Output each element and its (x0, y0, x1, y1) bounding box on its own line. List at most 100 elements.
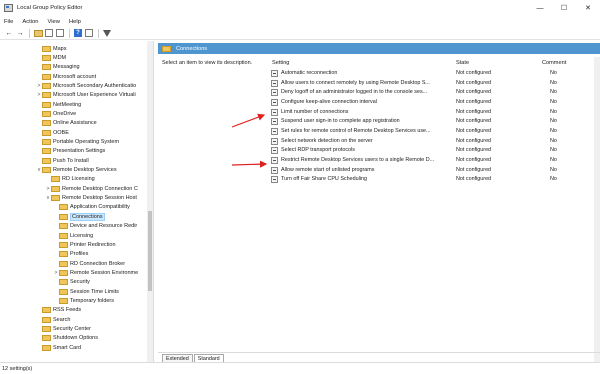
folder-icon (59, 260, 68, 267)
policy-tree[interactable]: Maps MDM Messaging Microsoft account > Micros… (0, 41, 154, 362)
tree-scrollbar[interactable] (147, 41, 153, 362)
tree-item-label: Security (70, 279, 90, 286)
tree-item-label: Online Assistance (53, 120, 97, 127)
tree-item[interactable]: OOBE (36, 128, 69, 137)
tab-extended[interactable]: Extended (162, 354, 193, 362)
tree-item[interactable]: OneDrive (36, 109, 76, 118)
tree-item[interactable]: v Remote Desktop Services (36, 166, 117, 175)
toolbar: ← → ? (0, 27, 600, 40)
tree-item[interactable]: Portable Operating System (36, 138, 119, 147)
tree-item[interactable]: Push To Install (36, 156, 89, 165)
tree-item[interactable]: Security Center (36, 325, 91, 334)
filter-icon[interactable] (102, 28, 112, 38)
tree-item[interactable]: > Microsoft User Experience Virtuali (36, 91, 136, 100)
folder-icon (42, 316, 51, 323)
tree-item[interactable]: Security (53, 278, 90, 287)
tree-item[interactable]: Presentation Settings (36, 147, 105, 156)
tab-standard[interactable]: Standard (193, 354, 224, 362)
setting-row[interactable]: Turn off Fair Share CPU Scheduling Not co… (267, 175, 600, 184)
setting-comment: No (550, 79, 557, 86)
setting-row[interactable]: Set rules for remote control of Remote D… (267, 127, 600, 136)
window-title: Local Group Policy Editor (17, 5, 83, 11)
tree-item[interactable]: Messaging (36, 63, 80, 72)
folder-icon (42, 326, 51, 332)
column-header-setting[interactable]: Setting (272, 60, 289, 66)
tree-item-label: Application Compatibility (70, 204, 130, 211)
maximize-button[interactable]: ☐ (552, 0, 576, 16)
forward-arrow-icon[interactable]: → (15, 28, 25, 38)
setting-comment: No (550, 127, 557, 134)
setting-row[interactable]: Limit number of connections Not configure… (267, 108, 600, 117)
setting-row[interactable]: Allow remote start of unlisted programs N… (267, 166, 600, 175)
status-text: 12 setting(s) (2, 365, 33, 372)
tree-item[interactable]: Temporary folders (53, 296, 114, 305)
policy-setting-icon (271, 70, 278, 77)
tree-item[interactable]: Connections (53, 212, 105, 221)
tree-scrollbar-thumb[interactable] (148, 211, 152, 291)
menu-help[interactable]: Help (69, 19, 81, 25)
setting-row[interactable]: Select network detection on the server No… (267, 137, 600, 146)
tree-item-label: Messaging (53, 64, 80, 71)
setting-row[interactable]: Automatic reconnection Not configured No (267, 69, 600, 78)
menu-action[interactable]: Action (22, 19, 38, 25)
tree-item[interactable]: Search (36, 315, 70, 324)
tree-item-label: Presentation Settings (53, 148, 106, 155)
tree-item-label: RD Licensing (62, 176, 95, 183)
menu-file[interactable]: File (4, 19, 13, 25)
minimize-button[interactable]: — (528, 0, 552, 16)
export-list-icon[interactable] (55, 28, 65, 38)
setting-state: Not configured (456, 156, 492, 163)
setting-comment: No (550, 118, 557, 125)
column-header-comment[interactable]: Comment (542, 60, 566, 66)
setting-state: Not configured (456, 127, 492, 134)
tree-item-label: Connections (70, 212, 105, 221)
setting-comment: No (550, 166, 557, 173)
setting-row[interactable]: Deny logoff of an administrator logged i… (267, 88, 600, 97)
properties-icon[interactable] (84, 28, 94, 38)
folder-icon (59, 297, 68, 304)
help-icon[interactable]: ? (73, 28, 83, 38)
toolbar-divider (29, 28, 30, 38)
setting-comment: No (550, 147, 557, 154)
tree-item[interactable]: Maps (36, 44, 66, 53)
tree-item[interactable]: Device and Resource Redir (53, 222, 137, 231)
policy-setting-icon (271, 166, 278, 174)
tree-item[interactable]: Licensing (53, 231, 93, 240)
setting-row[interactable]: Allow users to connect remotely by using… (267, 79, 600, 88)
tree-item[interactable]: NetMeeting (36, 100, 81, 109)
tree-item[interactable]: > Microsoft Secondary Authenticatio (36, 81, 136, 90)
tree-item[interactable]: > Remote Session Environme (53, 268, 138, 277)
tree-item[interactable]: Shutdown Options (36, 334, 98, 343)
setting-state: Not configured (456, 70, 492, 76)
tree-item[interactable]: Session Time Limits (53, 287, 119, 296)
tree-item[interactable]: Online Assistance (36, 119, 97, 128)
show-hide-tree-icon[interactable] (44, 28, 54, 38)
setting-row[interactable]: Configure keep-alive connection interval… (267, 98, 600, 107)
folder-up-icon[interactable] (33, 28, 43, 38)
folder-icon (59, 241, 68, 248)
tree-item[interactable]: Profiles (53, 250, 88, 259)
tree-item[interactable]: RD Connection Broker (53, 259, 125, 268)
tree-item[interactable]: > Remote Desktop Connection C (45, 184, 138, 193)
tree-item[interactable]: Application Compatibility (53, 203, 130, 212)
tree-item[interactable]: Printer Redirection (53, 240, 116, 249)
close-button[interactable]: ✕ (576, 0, 600, 16)
setting-name: Allow users to connect remotely by using… (281, 79, 430, 86)
menu-view[interactable]: View (47, 19, 59, 25)
tree-item[interactable]: RSS Feeds (36, 306, 81, 315)
tree-item[interactable]: RD Licensing (45, 175, 95, 184)
setting-row[interactable]: Select RDP transport protocols Not config… (267, 146, 600, 155)
setting-row[interactable]: Restrict Remote Desktop Services users t… (267, 156, 600, 165)
tree-item[interactable]: Microsoft account (36, 72, 96, 81)
column-header-state[interactable]: State (456, 60, 469, 66)
setting-row[interactable]: Suspend user sign-in to complete app reg… (267, 117, 600, 126)
policy-setting-icon (271, 156, 278, 164)
tree-item-label: Microsoft Secondary Authenticatio (53, 82, 137, 89)
folder-icon (42, 110, 51, 117)
folder-icon (42, 344, 51, 351)
tree-item[interactable]: MDM (36, 53, 66, 62)
tree-item[interactable]: Smart Card (36, 343, 81, 352)
tree-item[interactable]: v Remote Desktop Session Host (45, 194, 137, 203)
setting-state: Not configured (456, 137, 492, 144)
back-arrow-icon[interactable]: ← (4, 28, 14, 38)
